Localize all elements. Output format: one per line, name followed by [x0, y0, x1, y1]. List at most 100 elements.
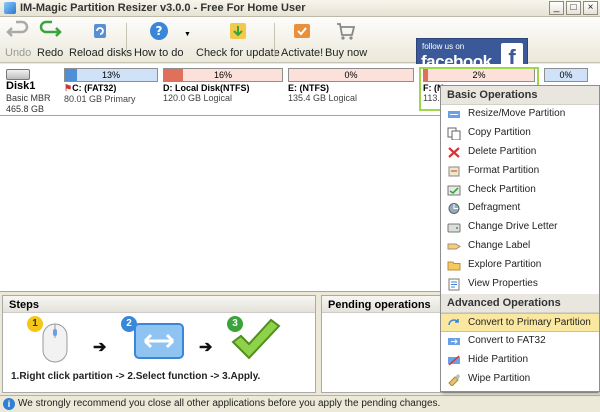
flag-icon: ⚑: [64, 83, 73, 93]
wipe-icon: [447, 373, 461, 387]
activate-label: Activate!: [281, 47, 324, 59]
convert-primary-icon: [447, 317, 461, 330]
chevron-down-icon[interactable]: ▼: [184, 31, 191, 38]
app-icon: [4, 2, 16, 14]
undo-button[interactable]: Undo: [5, 20, 31, 59]
menu-item-convert-to-primary[interactable]: Convert to Primary Partition: [441, 312, 599, 332]
toolbar-separator: [274, 23, 275, 57]
redo-button[interactable]: Redo: [37, 20, 63, 59]
resize-icon: [447, 108, 461, 121]
partition-usage-bar: 16%: [163, 68, 283, 82]
redo-icon: [39, 20, 62, 37]
hide-icon: [447, 354, 461, 367]
partition-d[interactable]: 16% D: Local Disk(NTFS) 120.0 GB Logical: [163, 68, 283, 108]
checkmark-icon: [231, 318, 281, 360]
disk-icon: [6, 68, 30, 80]
menu-item-resize-move[interactable]: Resize/Move Partition: [441, 105, 599, 124]
check-for-update-button[interactable]: Check for update: [196, 20, 280, 59]
partition-usage-bar: 13%: [64, 68, 158, 82]
redo-label: Redo: [37, 47, 64, 59]
copy-icon: [447, 127, 461, 141]
select-function-icon: [134, 323, 184, 359]
status-message: We strongly recommend you close all othe…: [18, 398, 441, 409]
menu-item-defragment[interactable]: Defragment: [441, 199, 599, 218]
activate-icon: [294, 24, 311, 38]
menu-item-copy[interactable]: Copy Partition: [441, 124, 599, 143]
explore-icon: [447, 259, 461, 272]
context-menu: Basic Operations Resize/Move Partition C…: [440, 85, 600, 392]
properties-icon: [447, 278, 461, 291]
help-icon: ?: [149, 22, 168, 40]
steps-instructions: 1.Right click partition -> 2.Select func…: [11, 371, 261, 382]
disk-info[interactable]: Disk1 Basic MBR 465.8 GB: [6, 68, 60, 114]
drive-letter-icon: [447, 221, 461, 234]
steps-panel: Steps 1 ➔ 2 ➔ 3 1.Right click partition …: [2, 295, 316, 393]
maximize-button[interactable]: □: [566, 1, 581, 15]
label-icon: [447, 240, 461, 253]
partition-info: 80.01 GB Primary: [64, 94, 136, 104]
menu-item-explore[interactable]: Explore Partition: [441, 256, 599, 275]
disk-size: 465.8 GB: [6, 104, 45, 115]
check-icon: [447, 184, 461, 197]
partition-usage: 0%: [344, 70, 358, 80]
arrow-icon: ➔: [199, 339, 213, 356]
menu-item-change-drive-letter[interactable]: Change Drive Letter: [441, 218, 599, 237]
cart-icon: [337, 23, 356, 40]
menu-item-check[interactable]: Check Partition: [441, 181, 599, 200]
close-button[interactable]: ×: [583, 1, 598, 15]
partition-c[interactable]: 13% ⚑C: (FAT32) 80.01 GB Primary: [64, 68, 158, 108]
disk-name: Disk1: [6, 80, 36, 93]
toolbar-separator: [126, 23, 127, 57]
update-label: Check for update: [196, 47, 280, 59]
partition-name: ⚑C: (FAT32): [64, 83, 117, 93]
arrow-icon: ➔: [93, 339, 107, 356]
partition-usage: 13%: [101, 70, 120, 80]
menu-item-delete[interactable]: Delete Partition: [441, 143, 599, 162]
minimize-button[interactable]: _: [549, 1, 564, 15]
reload-icon: [94, 24, 107, 38]
menu-item-hide[interactable]: Hide Partition: [441, 351, 599, 370]
disk-type: Basic MBR: [6, 93, 51, 104]
menu-item-convert-to-fat32[interactable]: Convert to FAT32: [441, 332, 599, 351]
facebook-follow-text: follow us on: [422, 42, 465, 51]
partition-info: 135.4 GB Logical: [288, 93, 358, 103]
undo-icon: [6, 20, 29, 37]
info-icon: i: [3, 398, 15, 410]
title-bar: IM-Magic Partition Resizer v3.0.0 - Free…: [0, 0, 600, 17]
status-bar: i We strongly recommend you close all ot…: [0, 395, 600, 412]
partition-name: D: Local Disk(NTFS): [163, 83, 250, 93]
how-to-do-button[interactable]: ? How to do: [134, 20, 184, 59]
partition-info: 120.0 GB Logical: [163, 93, 233, 103]
partition-usage: 0%: [559, 70, 573, 80]
buy-now-label: Buy now: [325, 47, 368, 59]
svg-text:?: ?: [155, 24, 162, 38]
partition-usage: 16%: [213, 70, 232, 80]
format-icon: [447, 165, 461, 178]
menu-item-format[interactable]: Format Partition: [441, 162, 599, 181]
buy-now-button[interactable]: Buy now: [325, 20, 367, 59]
mouse-icon: [42, 323, 68, 363]
reload-label: Reload disks: [69, 47, 132, 59]
usage-fill: [164, 69, 183, 81]
defragment-icon: [447, 202, 461, 215]
steps-title: Steps: [3, 296, 315, 313]
usage-fill: [65, 69, 77, 81]
undo-label: Undo: [5, 47, 32, 59]
menu-item-wipe[interactable]: Wipe Partition: [441, 370, 599, 389]
menu-item-change-label[interactable]: Change Label: [441, 237, 599, 256]
reload-disks-button[interactable]: Reload disks: [69, 20, 132, 59]
partition-usage-bar: 0%: [288, 68, 414, 82]
partition-e[interactable]: 0% E: (NTFS) 135.4 GB Logical: [288, 68, 414, 108]
window-title: IM-Magic Partition Resizer v3.0.0 - Free…: [20, 2, 306, 14]
partition-usage-bar: 0%: [544, 68, 588, 82]
advanced-operations-header: Advanced Operations: [441, 293, 599, 313]
basic-operations-header: Basic Operations: [441, 86, 599, 105]
update-icon: [229, 23, 246, 39]
toolbar: Undo Redo Reload disks ? How to do ▼ Che…: [0, 17, 600, 76]
menu-item-view-properties[interactable]: View Properties: [441, 275, 599, 294]
partition-name: E: (NTFS): [288, 83, 329, 93]
convert-fat32-icon: [447, 335, 461, 348]
activate-button[interactable]: Activate!: [281, 20, 323, 59]
delete-icon: [447, 146, 461, 159]
how-to-do-label: How to do: [134, 47, 184, 59]
